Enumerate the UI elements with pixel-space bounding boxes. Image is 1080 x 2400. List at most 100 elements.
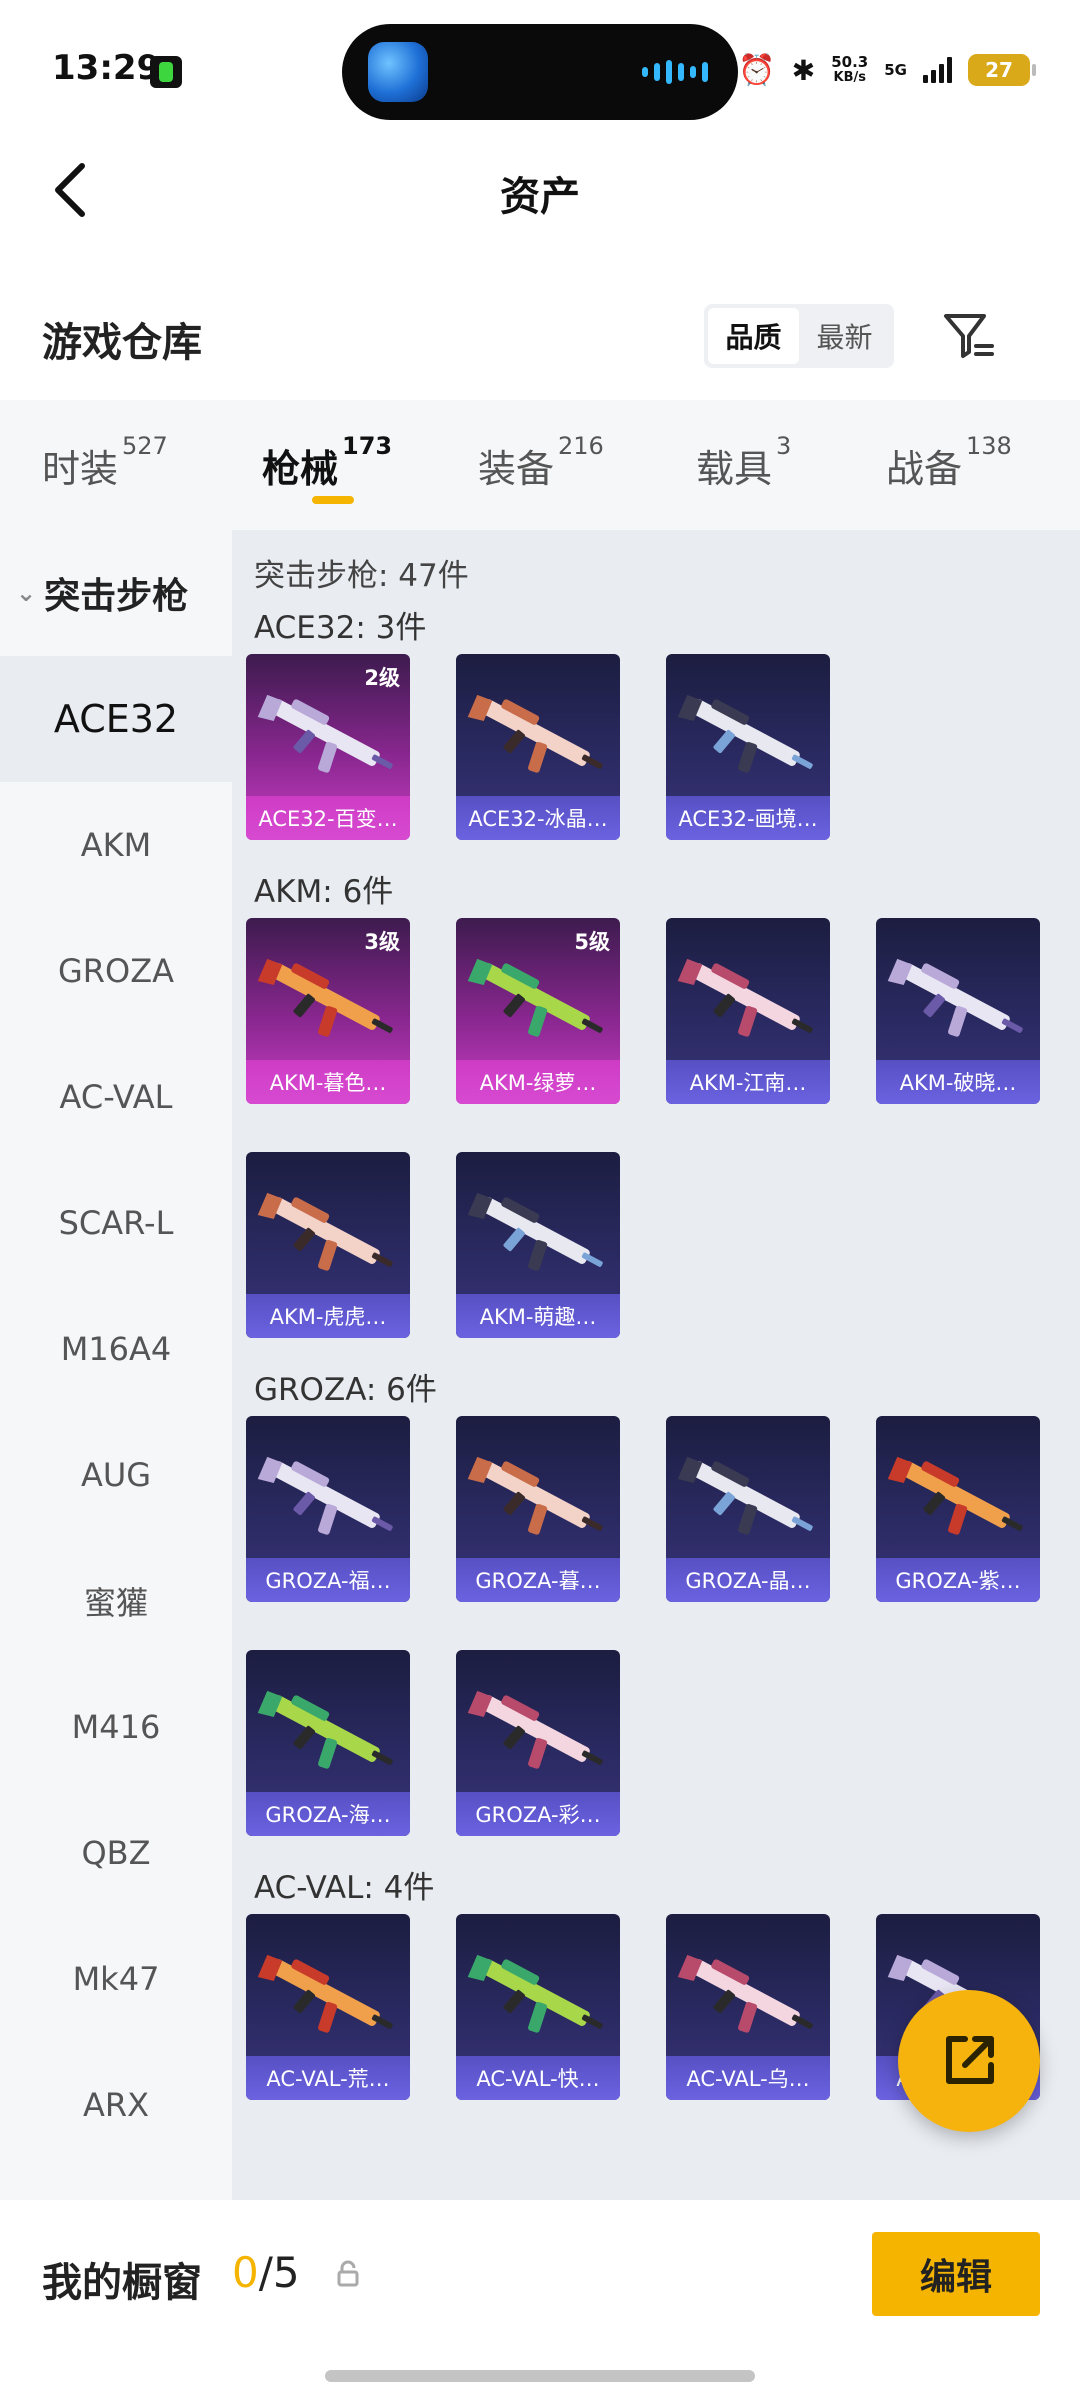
weapon-card[interactable]: AKM-虎虎… <box>246 1152 410 1338</box>
weapon-card[interactable]: AKM-江南… <box>666 918 830 1104</box>
sidebar-item-m16a4[interactable]: M16A4 <box>0 1286 232 1412</box>
weapon-card[interactable]: AC-VAL-快… <box>456 1914 620 2100</box>
sidebar-item-label: GROZA <box>57 952 175 990</box>
weapon-card[interactable]: 5级 AKM-绿萝… <box>456 918 620 1104</box>
sidebar-item-label: AC-VAL <box>59 1078 173 1116</box>
sidebar-item-label: Mk47 <box>72 1960 160 1998</box>
weapon-card[interactable]: AKM-破晓… <box>876 918 1040 1104</box>
rifle-icon <box>257 1954 393 2033</box>
tab-label: 时装 <box>42 447 119 491</box>
sidebar-item-label: AUG <box>80 1456 152 1494</box>
weapon-name: GROZA-彩… <box>456 1792 620 1836</box>
rifle-icon <box>677 694 813 773</box>
tab-label: 装备 <box>478 447 555 491</box>
status-bar: 13:29 ⏰ ✱ 50.3 KB/s 5G 27 <box>0 0 1080 140</box>
weapon-level: 5级 <box>574 930 610 954</box>
status-icons: ⏰ ✱ 50.3 KB/s 5G 27 <box>738 50 1036 90</box>
rifle-icon <box>887 1456 1023 1535</box>
showcase-current: 0 <box>232 2248 259 2297</box>
sidebar-item-arx[interactable]: ARX <box>0 2042 232 2168</box>
weapon-name: ACE32-冰晶… <box>456 796 620 840</box>
weapon-name: GROZA-海… <box>246 1792 410 1836</box>
sidebar-item-m416[interactable]: M416 <box>0 1664 232 1790</box>
edit-button[interactable]: 编辑 <box>872 2232 1040 2316</box>
showcase-title: 我的橱窗 <box>42 2260 202 2306</box>
category-tabs: 时装527 枪械173 装备216 载具3 战备138 <box>0 400 1080 530</box>
sidebar-item-mk47[interactable]: Mk47 <box>0 1916 232 2042</box>
sort-quality[interactable]: 品质 <box>708 308 799 364</box>
weapon-card[interactable]: AC-VAL-乌… <box>666 1914 830 2100</box>
weapon-card[interactable]: AC-VAL-荒… <box>246 1914 410 2100</box>
rifle-icon <box>677 1954 813 2033</box>
filter-button[interactable] <box>938 306 998 366</box>
weapon-name: AKM-绿萝… <box>456 1060 620 1104</box>
rifle-icon <box>677 1456 813 1535</box>
rifle-icon <box>257 694 393 773</box>
section-title: AKM: 6件 <box>254 874 394 910</box>
weapon-name: AKM-虎虎… <box>246 1294 410 1338</box>
weapon-card[interactable]: GROZA-海… <box>246 1650 410 1836</box>
section-title: GROZA: 6件 <box>254 1372 437 1408</box>
share-button[interactable] <box>898 1990 1040 2132</box>
weapon-card[interactable]: GROZA-彩… <box>456 1650 620 1836</box>
signal-icon <box>923 57 952 83</box>
weapon-name: AC-VAL-快… <box>456 2056 620 2100</box>
dynamic-island[interactable] <box>342 24 738 120</box>
tab-firearms[interactable]: 枪械173 <box>262 432 392 493</box>
home-indicator[interactable] <box>325 2370 755 2382</box>
sidebar-item-qbz[interactable]: QBZ <box>0 1790 232 1916</box>
sort-latest[interactable]: 最新 <box>799 308 890 364</box>
warehouse-header: 游戏仓库 品质 最新 <box>0 280 1080 390</box>
tab-count: 527 <box>122 432 168 460</box>
sidebar-item-label: QBZ <box>81 1834 151 1872</box>
weapon-level: 3级 <box>364 930 400 954</box>
tab-equipment[interactable]: 装备216 <box>478 432 604 493</box>
sidebar-item-label: ARX <box>82 2086 150 2124</box>
battery-level: 27 <box>985 58 1013 82</box>
rifle-icon <box>257 1192 393 1271</box>
rifle-icon <box>467 694 603 773</box>
weapon-name: GROZA-晶… <box>666 1558 830 1602</box>
chevron-down-icon: ⌄ <box>16 579 37 607</box>
tab-gear[interactable]: 战备138 <box>886 432 1012 493</box>
network-speed: 50.3 KB/s <box>831 54 868 86</box>
page-title: 资产 <box>500 174 580 220</box>
sidebar-item-ac-val[interactable]: AC-VAL <box>0 1034 232 1160</box>
sidebar-group-assault-rifles[interactable]: ⌄ 突击步枪 <box>0 530 232 656</box>
status-time: 13:29 <box>52 48 161 88</box>
weapon-card[interactable]: ACE32-画境… <box>666 654 830 840</box>
rifle-icon <box>257 1690 393 1769</box>
sidebar-group-label: 突击步枪 <box>44 576 189 617</box>
top-nav: 资产 <box>0 140 1080 260</box>
sidebar-item-ace32[interactable]: ACE32 <box>0 656 232 782</box>
showcase-total: /5 <box>258 2248 300 2297</box>
sidebar-item--[interactable]: 蜜獾 <box>0 1538 232 1664</box>
tab-count: 173 <box>342 432 393 460</box>
sidebar-item-groza[interactable]: GROZA <box>0 908 232 1034</box>
weapon-card[interactable]: ACE32-冰晶… <box>456 654 620 840</box>
weapon-name: AC-VAL-乌… <box>666 2056 830 2100</box>
sort-toggle: 品质 最新 <box>704 304 894 368</box>
weapon-card[interactable]: GROZA-紫… <box>876 1416 1040 1602</box>
weapon-level: 2级 <box>364 666 400 690</box>
network-speed-value: 50.3 <box>831 53 869 71</box>
tab-count: 138 <box>966 432 1012 460</box>
showcase-count: 0/5 <box>232 2248 300 2297</box>
tab-vehicles[interactable]: 载具3 <box>696 432 791 493</box>
warehouse-title: 游戏仓库 <box>42 320 202 366</box>
sidebar-item-scar-l[interactable]: SCAR-L <box>0 1160 232 1286</box>
sidebar-item-akm[interactable]: AKM <box>0 782 232 908</box>
weapon-card[interactable]: GROZA-福… <box>246 1416 410 1602</box>
weapon-card[interactable]: 2级 ACE32-百变… <box>246 654 410 840</box>
sidebar-item-aug[interactable]: AUG <box>0 1412 232 1538</box>
weapon-card[interactable]: AKM-萌趣… <box>456 1152 620 1338</box>
weapon-card[interactable]: GROZA-晶… <box>666 1416 830 1602</box>
tab-count: 3 <box>776 432 792 460</box>
sidebar-item-label: M16A4 <box>60 1330 172 1368</box>
sidebar-item-label: ACE32 <box>53 697 179 741</box>
weapon-card[interactable]: GROZA-暮… <box>456 1416 620 1602</box>
weapon-card[interactable]: 3级 AKM-暮色… <box>246 918 410 1104</box>
filter-icon <box>944 314 994 358</box>
rifle-icon <box>257 958 393 1037</box>
tab-fashion[interactable]: 时装527 <box>42 432 168 493</box>
